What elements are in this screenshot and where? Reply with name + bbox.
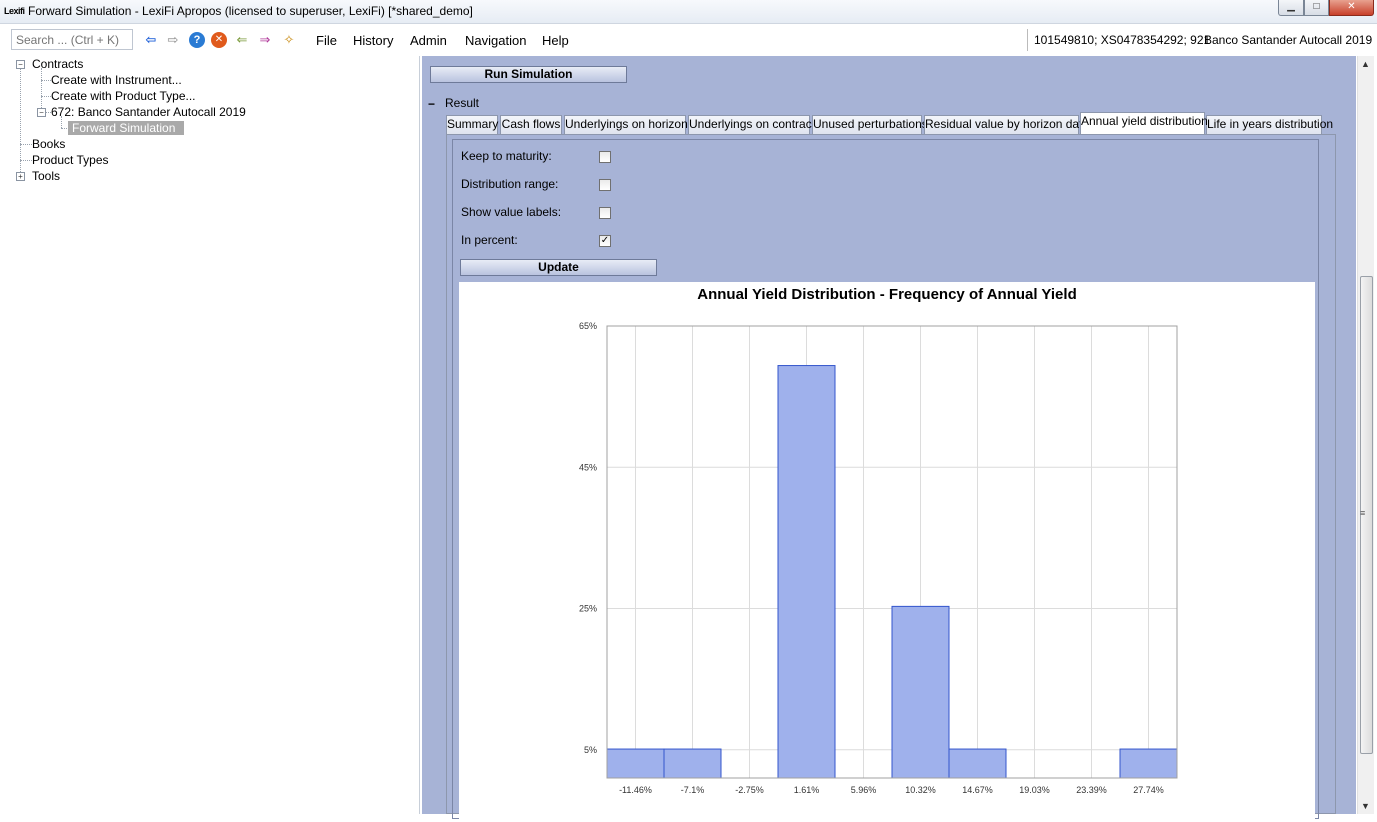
chart-bar — [891, 605, 950, 779]
tools-expand-toggle[interactable]: + — [16, 172, 25, 181]
chart-bar — [948, 748, 1007, 779]
show-value-labels-checkbox[interactable] — [599, 207, 611, 219]
minimize-button[interactable]: ▁ — [1278, 0, 1304, 16]
tree-item-tools[interactable]: Tools — [32, 169, 60, 183]
annual-yield-tab-panel: Keep to maturity: Distribution range: Sh… — [446, 134, 1336, 822]
result-section-label: Result — [445, 96, 480, 110]
contract-672-collapse-toggle[interactable]: − — [37, 108, 46, 117]
update-button[interactable]: Update — [460, 259, 657, 276]
menu-history[interactable]: History — [353, 33, 393, 48]
tree-item-create-with-product-type[interactable]: Create with Product Type... — [51, 89, 196, 103]
menu-file[interactable]: File — [316, 33, 337, 48]
back-arrow-icon[interactable]: ⇦ — [143, 32, 159, 48]
lexifi-logo-icon: Lexifi — [4, 6, 25, 16]
tab-life-in-years-distribution[interactable]: Life in years distribution — [1206, 115, 1333, 134]
run-simulation-button[interactable]: Run Simulation — [430, 66, 627, 83]
chart-bar — [1119, 748, 1178, 779]
show-value-labels-label: Show value labels: — [461, 205, 562, 219]
annual-yield-options: Keep to maturity: Distribution range: Sh… — [452, 139, 1319, 822]
title-bar: Lexifi Forward Simulation - LexiFi Aprop… — [0, 0, 1377, 24]
x-tick-label: 5.96% — [851, 785, 877, 795]
in-percent-label: In percent: — [461, 233, 518, 247]
tab-underlyings-on-horizons[interactable]: Underlyings on horizons — [564, 115, 694, 134]
result-collapse-toggle[interactable]: − — [428, 97, 435, 111]
tree-item-forward-simulation[interactable]: Forward Simulation — [68, 121, 184, 135]
forward-arrow-icon[interactable]: ⇨ — [165, 32, 181, 48]
tab-summary[interactable]: Summary — [446, 115, 498, 134]
contract-context-info: 101549810; XS0478354292; 921 — [1027, 29, 1210, 51]
navigation-tree: − Contracts Create with Instrument... Cr… — [8, 56, 420, 814]
help-icon[interactable]: ? — [189, 32, 205, 48]
tree-item-contracts[interactable]: Contracts — [32, 57, 83, 71]
chart-canvas: 5% 25% 45% 65% -11.46% -7.1% -2.75% 1.61% 5.96% 1… — [579, 321, 1178, 795]
menu-navigation[interactable]: Navigation — [465, 33, 526, 48]
menu-help[interactable]: Help — [542, 33, 569, 48]
stop-icon[interactable]: ✕ — [211, 32, 227, 48]
tree-item-contract-672[interactable]: 672: Banco Santander Autocall 2019 — [51, 105, 246, 119]
maximize-button[interactable]: □ — [1304, 0, 1329, 16]
distribution-range-label: Distribution range: — [461, 177, 559, 191]
menu-admin[interactable]: Admin — [410, 33, 447, 48]
navigate-left-icon[interactable]: ⇐ — [234, 32, 250, 48]
annual-yield-chart: 5% 25% 45% 65% -11.46% -7.1% -2.75% 1.61% 5.96% 1… — [459, 282, 1315, 822]
y-tick-label: 25% — [579, 604, 597, 614]
contract-name: Banco Santander Autocall 2019 — [1204, 33, 1373, 47]
x-tick-label: -7.1% — [681, 785, 705, 795]
x-tick-label: -2.75% — [735, 785, 764, 795]
chart-bar — [606, 748, 665, 779]
y-tick-label: 5% — [584, 745, 597, 755]
x-tick-label: -11.46% — [619, 785, 652, 795]
x-tick-label: 27.74% — [1133, 785, 1164, 795]
tab-residual-value-by-horizon-date[interactable]: Residual value by horizon date — [924, 115, 1089, 134]
tab-unused-perturbations[interactable]: Unused perturbations — [812, 115, 928, 134]
result-tabs: Summary Cash flows Underlyings on horizo… — [446, 112, 1346, 134]
scroll-grip-icon: ≡ — [1360, 508, 1366, 518]
navigate-right-icon[interactable]: ⇒ — [257, 32, 273, 48]
tab-underlyings-on-contract[interactable]: Underlyings on contract — [688, 115, 815, 134]
x-tick-label: 1.61% — [794, 785, 820, 795]
scroll-up-arrow-icon[interactable]: ▲ — [1361, 59, 1370, 69]
chart-bar — [663, 748, 722, 779]
forward-simulation-panel: Run Simulation − Result Summary Cash flo… — [422, 56, 1356, 822]
tree-item-books[interactable]: Books — [32, 137, 65, 151]
window-title: Forward Simulation - LexiFi Apropos (lic… — [28, 4, 473, 18]
tab-annual-yield-distribution[interactable]: Annual yield distribution — [1080, 112, 1208, 134]
search-input[interactable] — [11, 29, 133, 50]
x-tick-label: 23.39% — [1076, 785, 1107, 795]
keep-to-maturity-checkbox[interactable] — [599, 151, 611, 163]
y-tick-label: 45% — [579, 462, 597, 472]
toolbar: ⇦ ⇨ ? ✕ ⇐ ⇒ ✧ File History Admin Navigat… — [0, 26, 1377, 54]
vertical-scrollbar[interactable]: ▲ ≡ ▼ — [1357, 56, 1374, 814]
chart-bar — [777, 365, 836, 779]
x-tick-label: 10.32% — [905, 785, 936, 795]
magic-wand-icon[interactable]: ✧ — [281, 32, 297, 48]
contracts-collapse-toggle[interactable]: − — [16, 60, 25, 69]
y-tick-label: 65% — [579, 321, 597, 331]
chart-title: Annual Yield Distribution - Frequency of… — [697, 286, 1077, 303]
x-tick-label: 14.67% — [962, 785, 993, 795]
tab-cash-flows[interactable]: Cash flows — [500, 115, 562, 134]
in-percent-checkbox[interactable]: ✓ — [599, 235, 611, 247]
distribution-range-checkbox[interactable] — [599, 179, 611, 191]
tree-item-product-types[interactable]: Product Types — [32, 153, 109, 167]
tree-item-create-with-instrument[interactable]: Create with Instrument... — [51, 73, 182, 87]
keep-to-maturity-label: Keep to maturity: — [461, 149, 552, 163]
x-tick-label: 19.03% — [1019, 785, 1050, 795]
close-window-button[interactable]: ✕ — [1329, 0, 1374, 16]
scroll-down-arrow-icon[interactable]: ▼ — [1361, 801, 1370, 811]
